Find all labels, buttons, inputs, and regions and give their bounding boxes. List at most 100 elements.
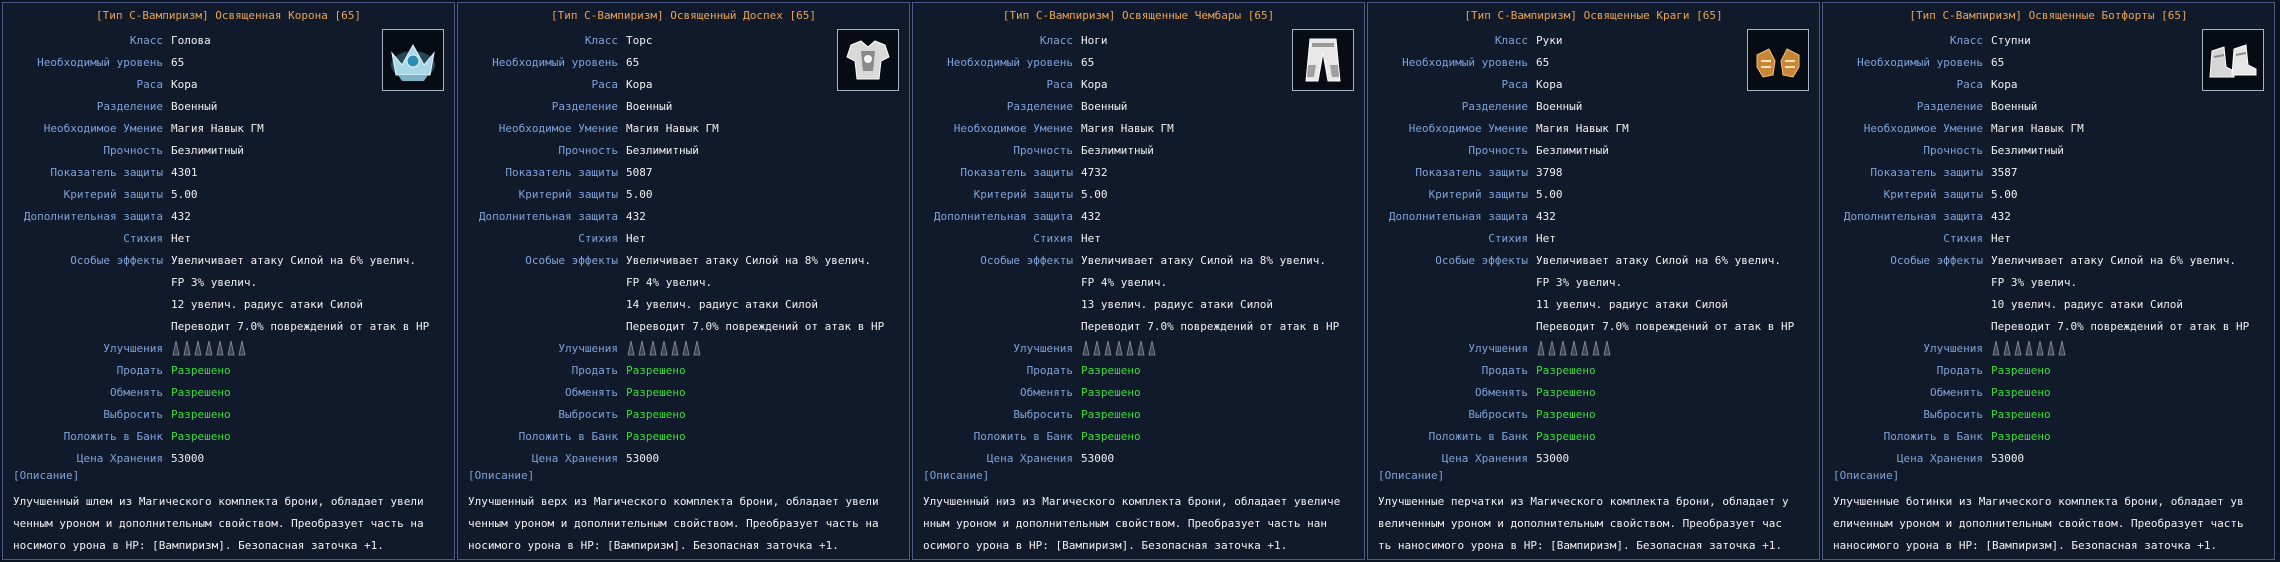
durability-value: Безлимитный [171, 143, 244, 157]
description-heading: [Описание] [1378, 469, 1445, 482]
sell-value: Разрешено [1081, 363, 1141, 377]
trade-label: Обменять [1930, 385, 1983, 399]
upgrade-slot-icon [2057, 340, 2067, 356]
upgrade-slot-icon [2024, 340, 2034, 356]
drop-label: Выбросить [103, 407, 163, 421]
bank-label: Положить в Банк [973, 429, 1073, 443]
element-label: Стихия [1943, 231, 1983, 245]
skill-value: Магия Навык ГМ [1536, 121, 1629, 135]
def-crit-label: Критерий защиты [63, 187, 163, 201]
upgrade-slot-icon [1147, 340, 1157, 356]
upgrades-label: Улучшения [1468, 341, 1528, 355]
upgrade-slot-icon [637, 340, 647, 356]
effect-line: Переводит 7.0% повреждений от атак в HP [1081, 319, 1340, 333]
level-label: Необходимый уровень [947, 55, 1073, 69]
special-label: Особые эффекты [1435, 253, 1528, 267]
item-title: [Тип С-Вампиризм] Освященные Ботфорты [6… [1909, 9, 2188, 22]
element-value: Нет [626, 231, 646, 245]
sell-value: Разрешено [171, 363, 231, 377]
class-label: Класс [1494, 33, 1528, 47]
drop-label: Выбросить [1468, 407, 1528, 421]
effect-line: Переводит 7.0% повреждений от атак в HP [1991, 319, 2250, 333]
division-label: Разделение [1461, 99, 1528, 113]
sell-label: Продать [1936, 363, 1983, 377]
def-crit-value: 5.00 [626, 187, 653, 201]
def-crit-label: Критерий защиты [1428, 187, 1528, 201]
upgrade-slot-icon [215, 340, 225, 356]
defense-label: Показатель защиты [50, 165, 163, 179]
effect-line: Увеличивает атаку Силой на 8% увелич. [1081, 253, 1327, 267]
upgrade-slot-icon [692, 340, 702, 356]
class-value: Торс [626, 33, 653, 47]
level-label: Необходимый уровень [37, 55, 163, 69]
item-title: [Тип С-Вампиризм] Освященный Доспех [65] [551, 9, 816, 22]
sell-label: Продать [116, 363, 163, 377]
description-text: Улучшенный низ из Магического комплекта … [923, 495, 1341, 552]
extra-def-label: Дополнительная защита [933, 209, 1073, 223]
skill-value: Магия Навык ГМ [626, 121, 719, 135]
race-label: Раса [591, 77, 619, 91]
def-crit-value: 5.00 [1991, 187, 2018, 201]
class-value: Ноги [1081, 33, 1108, 47]
level-value: 65 [1081, 55, 1095, 69]
upgrade-slot-icon [670, 340, 680, 356]
upgrade-slot-icon [1081, 340, 1091, 356]
element-value: Нет [1081, 231, 1101, 245]
skill-label: Необходимое Умение [1863, 121, 1983, 135]
upgrade-slot-icon [182, 340, 192, 356]
price-label: Цена Хранения [986, 451, 1073, 465]
bank-value: Разрешено [1991, 429, 2051, 443]
item-tooltip-armor: [Тип С-Вампиризм] Освященный Доспех [65]… [457, 2, 910, 560]
upgrade-slot-icon [626, 340, 636, 356]
effect-line: FP 3% увелич. [171, 275, 258, 289]
upgrade-slot-icon [659, 340, 669, 356]
sell-value: Разрешено [1536, 363, 1596, 377]
price-value: 53000 [171, 451, 205, 465]
drop-value: Разрешено [1991, 407, 2051, 421]
special-label: Особые эффекты [1890, 253, 1983, 267]
durability-value: Безлимитный [1536, 143, 1609, 157]
item-tooltip-crown: [Тип С-Вампиризм] Освященная Корона [65]… [2, 2, 455, 560]
division-value: Военный [171, 99, 218, 113]
effect-line: Переводит 7.0% повреждений от атак в HP [171, 319, 430, 333]
bank-label: Положить в Банк [1883, 429, 1983, 443]
element-label: Стихия [123, 231, 163, 245]
trade-label: Обменять [565, 385, 618, 399]
defense-value: 5087 [626, 165, 653, 179]
level-value: 65 [171, 55, 185, 69]
extra-def-label: Дополнительная защита [23, 209, 163, 223]
division-value: Военный [1081, 99, 1128, 113]
description-text: Улучшенные ботинки из Магического компле… [1833, 495, 2244, 552]
extra-def-label: Дополнительная защита [1843, 209, 1983, 223]
level-label: Необходимый уровень [1857, 55, 1983, 69]
upgrades-label: Улучшения [1013, 341, 1073, 355]
drop-label: Выбросить [1923, 407, 1983, 421]
effect-line: Увеличивает атаку Силой на 6% увелич. [1991, 253, 2237, 267]
bank-value: Разрешено [626, 429, 686, 443]
division-label: Разделение [1916, 99, 1983, 113]
defense-value: 4732 [1081, 165, 1108, 179]
race-value: Кора [626, 77, 653, 91]
drop-label: Выбросить [1013, 407, 1073, 421]
durability-value: Безлимитный [626, 143, 699, 157]
upgrade-slot-icon [1125, 340, 1135, 356]
race-value: Кора [1991, 77, 2018, 91]
item-title: [Тип С-Вампиризм] Освященные Краги [65] [1464, 9, 1723, 22]
sell-label: Продать [1026, 363, 1073, 377]
effect-line: 14 увелич. радиус атаки Силой [626, 297, 819, 311]
durability-label: Прочность [558, 143, 618, 157]
upgrade-slot-icon [1569, 340, 1579, 356]
upgrade-slot-icon [226, 340, 236, 356]
race-label: Раса [136, 77, 164, 91]
trade-value: Разрешено [1991, 385, 2051, 399]
upgrade-slots [1536, 340, 1612, 356]
bank-value: Разрешено [1536, 429, 1596, 443]
effect-line: 13 увелич. радиус атаки Силой [1081, 297, 1274, 311]
upgrade-slot-icon [1991, 340, 2001, 356]
level-label: Необходимый уровень [1402, 55, 1528, 69]
class-value: Ступни [1991, 33, 2031, 47]
element-label: Стихия [578, 231, 618, 245]
upgrade-slot-icon [1602, 340, 1612, 356]
sell-value: Разрешено [626, 363, 686, 377]
effect-line: 10 увелич. радиус атаки Силой [1991, 297, 2184, 311]
